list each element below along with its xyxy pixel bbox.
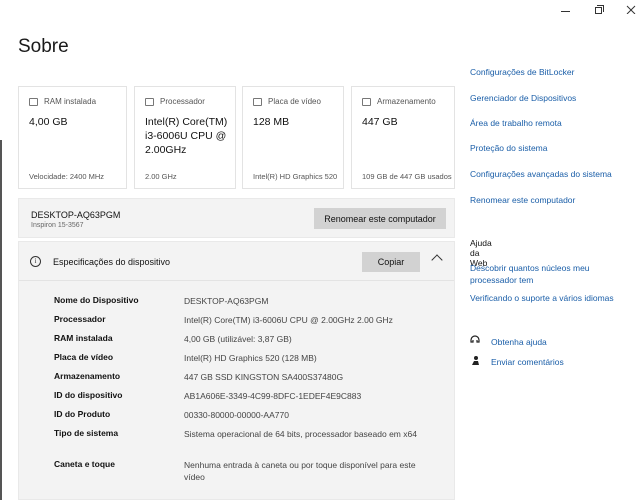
- card-sub: 109 GB de 447 GB usados: [362, 172, 452, 181]
- chevron-up-icon[interactable]: [431, 254, 443, 266]
- card-sub: Intel(R) HD Graphics 520: [253, 172, 338, 181]
- storage-icon: [362, 97, 371, 106]
- spec-key: Nome do Dispositivo: [54, 295, 139, 305]
- spec-key: Tipo de sistema: [54, 428, 119, 438]
- remote-desktop-link[interactable]: Área de trabalho remota: [470, 117, 562, 129]
- device-model: Inspiron 15-3567: [31, 222, 84, 229]
- rename-pc-link[interactable]: Renomear este computador: [470, 194, 575, 206]
- card-sub: Velocidade: 2400 MHz: [29, 172, 105, 181]
- processor-icon: [145, 97, 154, 106]
- device-bar: DESKTOP-AQ63PGM Inspiron 15-3567 Renomea…: [18, 198, 455, 238]
- device-name: DESKTOP-AQ63PGM: [31, 210, 121, 220]
- spec-key: ID do dispositivo: [54, 390, 123, 400]
- card-label: Processador: [160, 97, 205, 106]
- spec-value: DESKTOP-AQ63PGM: [184, 296, 269, 306]
- spec-key: Armazenamento: [54, 371, 121, 381]
- minimize-button[interactable]: [560, 4, 572, 18]
- device-manager-link[interactable]: Gerenciador de Dispositivos: [470, 92, 576, 104]
- gpu-icon: [253, 97, 262, 106]
- processor-card: Processador Intel(R) Core(TM) i3-6006U C…: [134, 86, 236, 189]
- card-value: Intel(R) Core(TM) i3-6006U CPU @ 2.00GHz: [145, 116, 228, 156]
- window-edge: [0, 140, 2, 500]
- card-label: RAM instalada: [44, 97, 97, 106]
- spec-value: 447 GB SSD KINGSTON SA400S37480G: [184, 372, 344, 382]
- spec-key: Caneta e toque: [54, 459, 115, 469]
- spec-key: Processador: [54, 314, 106, 324]
- ram-card: RAM instalada 4,00 GB Velocidade: 2400 M…: [18, 86, 127, 189]
- get-help-link[interactable]: Obtenha ajuda: [491, 336, 547, 348]
- spec-value: Intel(R) HD Graphics 520 (128 MB): [184, 353, 317, 363]
- card-value: 128 MB: [253, 116, 290, 128]
- card-label: Armazenamento: [377, 97, 436, 106]
- help-icon: [470, 335, 480, 343]
- bitlocker-link[interactable]: Configurações de BitLocker: [470, 66, 574, 78]
- page-title: Sobre: [18, 36, 69, 57]
- system-protection-link[interactable]: Proteção do sistema: [470, 142, 547, 154]
- feedback-icon: [472, 356, 479, 365]
- spec-value: Intel(R) Core(TM) i3-6006U CPU @ 2.00GHz…: [184, 315, 393, 325]
- card-sub: 2.00 GHz: [145, 172, 177, 181]
- languages-link[interactable]: Verificando o suporte a vários idiomas: [470, 292, 614, 304]
- device-specs-panel: i Especificações do dispositivo Copiar N…: [18, 241, 455, 500]
- spec-key: Placa de vídeo: [54, 352, 114, 362]
- card-value: 447 GB: [362, 116, 398, 128]
- gpu-card: Placa de vídeo 128 MB Intel(R) HD Graphi…: [242, 86, 344, 189]
- advanced-settings-link[interactable]: Configurações avançadas do sistema: [470, 168, 612, 180]
- specs-header[interactable]: i Especificações do dispositivo Copiar: [19, 242, 454, 281]
- specs-title: Especificações do dispositivo: [53, 257, 171, 267]
- close-icon: [626, 5, 636, 15]
- storage-card: Armazenamento 447 GB 109 GB de 447 GB us…: [351, 86, 455, 189]
- feedback-link[interactable]: Enviar comentários: [491, 356, 564, 368]
- copy-button[interactable]: Copiar: [362, 252, 420, 272]
- cores-link[interactable]: Descobrir quantos núcleos meu processado…: [470, 262, 610, 286]
- card-label: Placa de vídeo: [268, 97, 321, 106]
- close-button[interactable]: [626, 4, 637, 18]
- spec-key: RAM instalada: [54, 333, 113, 343]
- spec-value: 00330-80000-00000-AA770: [184, 410, 289, 420]
- info-icon: i: [30, 256, 41, 267]
- spec-value: 4,00 GB (utilizável: 3,87 GB): [184, 334, 292, 344]
- spec-key: ID do Produto: [54, 409, 111, 419]
- card-value: 4,00 GB: [29, 116, 68, 128]
- rename-pc-button[interactable]: Renomear este computador: [314, 208, 446, 229]
- restore-button[interactable]: [593, 4, 605, 18]
- spec-value: AB1A606E-3349-4C99-8DFC-1EDEF4E9C883: [184, 391, 362, 401]
- spec-value: Sistema operacional de 64 bits, processa…: [184, 429, 417, 439]
- spec-value: Nenhuma entrada à caneta ou por toque di…: [184, 460, 416, 482]
- ram-icon: [29, 97, 38, 106]
